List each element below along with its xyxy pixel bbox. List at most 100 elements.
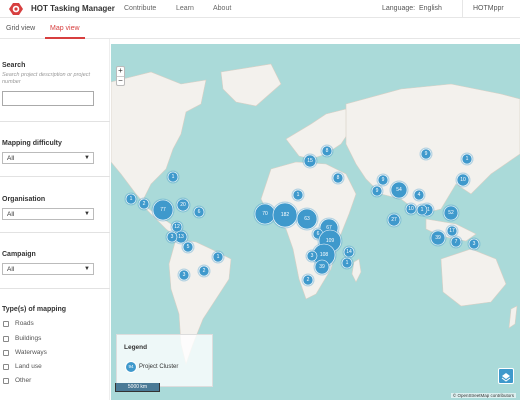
divider (0, 121, 110, 122)
tab-map-view[interactable]: Map view (50, 25, 80, 32)
cluster-count-label: 1 (217, 254, 220, 260)
project-cluster-marker[interactable]: 1 (166, 170, 180, 184)
project-cluster-marker[interactable]: 1 (211, 250, 225, 264)
cluster-count-label: 14 (346, 249, 352, 255)
project-cluster-marker[interactable]: 3 (177, 268, 191, 282)
project-cluster-marker[interactable]: 20 (175, 197, 191, 213)
cluster-count-label: 182 (281, 212, 290, 218)
nav-about[interactable]: About (213, 5, 231, 12)
checkbox-buildings[interactable]: Buildings (3, 335, 41, 342)
project-cluster-marker[interactable]: 39 (313, 258, 331, 276)
search-input[interactable] (2, 91, 94, 106)
cluster-count-label: 3 (473, 241, 476, 247)
brand-name[interactable]: HOT Tasking Manager (31, 4, 115, 13)
project-cluster-marker[interactable]: 54 (389, 180, 409, 200)
cluster-count-label: 1 (130, 196, 133, 202)
map-attribution[interactable]: © OpenStreetMap contributors (450, 393, 516, 398)
checkbox-label: Buildings (15, 335, 42, 342)
project-cluster-marker[interactable]: 5 (181, 240, 195, 254)
nav-contribute[interactable]: Contribute (124, 5, 156, 12)
checkbox-label: Other (15, 377, 32, 384)
cluster-count-label: 10 (460, 177, 466, 183)
cluster-count-label: 7 (455, 239, 458, 245)
checkbox-icon[interactable] (3, 335, 9, 342)
cluster-count-label: 20 (180, 202, 186, 208)
project-cluster-marker[interactable]: 27 (386, 212, 402, 228)
project-cluster-marker[interactable]: 63 (295, 207, 319, 231)
project-cluster-marker[interactable]: 3 (467, 237, 481, 251)
language-selector[interactable]: Language: English (382, 5, 442, 12)
caret-down-icon: ▼ (84, 211, 90, 217)
project-map[interactable]: + − 1 1 2 77 20 6 12 13 3 5 3 2 1 70 182 63 67 6 109 108 3 39… (111, 44, 520, 400)
language-label: Language: (382, 5, 416, 12)
nav-learn[interactable]: Learn (176, 5, 194, 12)
search-hint: Search project description or project nu… (2, 72, 91, 85)
cluster-count-label: 70 (262, 211, 268, 217)
project-cluster-marker[interactable]: 4 (412, 188, 426, 202)
project-cluster-marker[interactable]: 1 (124, 192, 138, 206)
checkbox-roads[interactable]: Roads (3, 320, 34, 327)
project-cluster-marker[interactable]: 6 (192, 205, 206, 219)
cluster-count-label: 39 (319, 264, 325, 270)
cluster-count-label: 10 (408, 206, 414, 212)
project-cluster-marker[interactable]: 1 (291, 188, 305, 202)
user-menu[interactable]: HOTMppr (473, 5, 504, 12)
checkbox-label: Roads (15, 320, 34, 327)
cluster-count-label: 17 (449, 228, 455, 234)
view-tabs: Grid view Map view (0, 18, 520, 39)
checkbox-icon[interactable] (3, 363, 9, 370)
project-cluster-marker[interactable]: 10 (455, 172, 471, 188)
project-cluster-marker[interactable]: 9 (376, 173, 390, 187)
project-cluster-marker[interactable]: 2 (197, 264, 211, 278)
cluster-count-label: 13 (178, 234, 184, 240)
checkbox-icon[interactable] (3, 377, 9, 384)
project-cluster-marker[interactable]: 8 (331, 171, 345, 185)
cluster-count-label: 2 (143, 201, 146, 207)
mapping-difficulty-select[interactable]: All ▼ (2, 152, 94, 164)
project-cluster-marker[interactable]: 8 (320, 144, 334, 158)
project-cluster-marker[interactable]: 182 (271, 201, 299, 229)
project-cluster-marker[interactable]: 2 (301, 273, 315, 287)
layers-glyph (501, 373, 511, 382)
legend-title: Legend (124, 344, 148, 351)
layers-icon[interactable] (498, 368, 514, 384)
divider (0, 232, 110, 233)
project-cluster-marker[interactable]: 7 (449, 235, 463, 249)
project-cluster-marker[interactable]: 9 (419, 147, 433, 161)
cluster-sample-icon: 94 (125, 361, 137, 373)
checkbox-waterways[interactable]: Waterways (3, 349, 47, 356)
project-cluster-marker[interactable]: 2 (137, 197, 151, 211)
project-cluster-marker[interactable]: 39 (429, 229, 447, 247)
project-cluster-marker[interactable]: 52 (442, 204, 460, 222)
checkbox-icon[interactable] (3, 320, 9, 327)
project-cluster-marker[interactable]: 14 (342, 245, 356, 259)
cluster-count-label: 1 (172, 174, 175, 180)
cluster-count-label: 8 (326, 148, 329, 154)
project-cluster-marker[interactable]: 1 (415, 203, 429, 217)
checkbox-icon[interactable] (3, 349, 9, 356)
cluster-count-label: 6 (198, 209, 201, 215)
project-cluster-marker[interactable]: 10 (404, 202, 418, 216)
organisation-select[interactable]: All ▼ (2, 208, 94, 220)
hot-logo-icon[interactable] (6, 2, 26, 16)
project-cluster-marker[interactable]: 1 (340, 256, 354, 270)
cluster-count-label: 52 (448, 210, 454, 216)
project-cluster-marker[interactable]: 15 (302, 153, 318, 169)
campaign-select[interactable]: All ▼ (2, 263, 94, 275)
map-legend: Legend 94 Project Cluster (116, 334, 213, 387)
project-cluster-marker[interactable]: 3 (165, 230, 179, 244)
checkbox-land-use[interactable]: Land use (3, 363, 42, 370)
project-cluster-marker[interactable]: 9 (370, 184, 384, 198)
cluster-count-label: 9 (376, 188, 379, 194)
campaign-title: Campaign (2, 251, 36, 258)
cluster-count-label: 39 (435, 235, 441, 241)
cluster-count-label: 3 (171, 234, 174, 240)
project-cluster-marker[interactable]: 77 (151, 198, 175, 222)
checkbox-label: Waterways (15, 349, 47, 356)
cluster-count-label: 77 (160, 207, 166, 213)
project-cluster-marker[interactable]: 1 (460, 152, 474, 166)
organisation-value: All (7, 211, 15, 218)
tab-grid-view[interactable]: Grid view (6, 25, 35, 32)
divider (0, 176, 110, 177)
checkbox-other[interactable]: Other (3, 377, 31, 384)
